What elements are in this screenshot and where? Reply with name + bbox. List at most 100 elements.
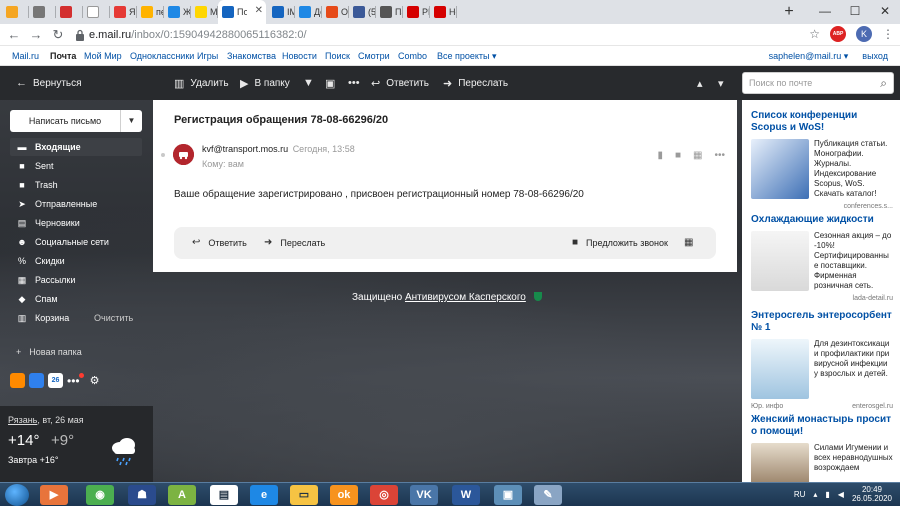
forward-button[interactable]: ➜ Переслать: [443, 77, 508, 90]
logout-link[interactable]: выход: [862, 51, 888, 62]
folder-item[interactable]: ▤ Черновики: [10, 214, 142, 232]
browser-tab[interactable]: МА: [191, 0, 218, 24]
ad-domain[interactable]: conferences.s...: [844, 203, 893, 210]
folder-item[interactable]: % Скидки: [10, 252, 142, 270]
browser-tab[interactable]: РЕВ: [403, 0, 430, 24]
start-button[interactable]: [5, 484, 29, 506]
user-icon[interactable]: ☗: [128, 485, 156, 505]
portal-link[interactable]: Combo: [398, 51, 427, 61]
browser-tab[interactable]: пет: [137, 0, 164, 24]
android-icon[interactable]: A: [168, 485, 196, 505]
url-field[interactable]: e.mail.ru/inbox/0:15904942880065116382:0…: [75, 26, 795, 44]
thumbs-down-button[interactable]: ▼: [303, 77, 314, 89]
folder-item[interactable]: ☻ Социальные сети: [10, 233, 142, 251]
menu-dots-icon[interactable]: ⋮: [882, 27, 894, 41]
prev-letter-button[interactable]: ▴: [697, 77, 703, 90]
folder-item[interactable]: ▬ Входящие: [10, 138, 142, 156]
browser-tab[interactable]: IMC: [268, 0, 295, 24]
browser-tab[interactable]: Поч ✕: [218, 0, 266, 24]
more-apps-icon[interactable]: •••: [67, 372, 84, 388]
folder-item[interactable]: ■ Trash: [10, 176, 142, 194]
ad-block[interactable]: Список конференции Scopus и WoS! Публикац…: [751, 110, 893, 210]
weather-widget[interactable]: Рязань, вт, 26 мая +14° +9° Завтра +16°: [0, 406, 153, 482]
screen-icon[interactable]: ▣: [494, 485, 522, 505]
video-icon[interactable]: ■: [675, 150, 681, 161]
volume-icon[interactable]: ◀: [838, 490, 844, 499]
more-button[interactable]: •••: [348, 77, 360, 89]
ad-image[interactable]: [751, 339, 809, 399]
portal-link[interactable]: Смотри: [358, 51, 390, 61]
calendar-icon[interactable]: 26: [48, 373, 63, 388]
browser-tab[interactable]: [2, 0, 29, 24]
gear-icon[interactable]: ⚙: [90, 374, 100, 387]
ad-block[interactable]: Энтеросгель энтеросорбент № 1 Для дезинто…: [751, 310, 893, 410]
chrome-green-icon[interactable]: ◉: [86, 485, 114, 505]
explorer-icon[interactable]: ▭: [290, 485, 318, 505]
bookmark-icon[interactable]: ▮: [657, 150, 663, 161]
sender-email[interactable]: kvf@transport.mos.ru: [202, 144, 288, 154]
back-button[interactable]: ← Вернуться: [16, 77, 82, 89]
tab-close-icon[interactable]: ✕: [255, 5, 263, 16]
search-icon[interactable]: ⌕: [880, 76, 887, 91]
reply-button[interactable]: ↩ Ответить: [371, 77, 429, 90]
portal-link[interactable]: Все проекты ▾: [437, 51, 497, 62]
delete-button[interactable]: ▥ Удалить: [174, 77, 229, 90]
word-icon[interactable]: W: [452, 485, 480, 505]
browser-tab[interactable]: (5) I: [349, 0, 376, 24]
clear-trash-button[interactable]: Очистить: [94, 313, 133, 323]
cloud-icon[interactable]: [10, 373, 25, 388]
ad-image[interactable]: [751, 139, 809, 199]
chrome-icon[interactable]: ◎: [370, 485, 398, 505]
ad-image[interactable]: [751, 231, 809, 291]
folder-item[interactable]: ▦ Рассылки: [10, 271, 142, 289]
next-letter-button[interactable]: ▾: [718, 77, 724, 90]
portal-link[interactable]: Поиск: [325, 51, 350, 61]
folder-item[interactable]: ■ Sent: [10, 157, 142, 175]
reload-icon[interactable]: ↻: [50, 27, 66, 43]
user-email[interactable]: saphelen@mail.ru ▾: [769, 51, 849, 62]
ad-block[interactable]: Женский монастырь просит о помощи! Силами…: [751, 414, 893, 482]
portal-link[interactable]: Игры: [197, 51, 218, 61]
browser-tab[interactable]: [29, 0, 56, 24]
odnoklassniki-icon[interactable]: ok: [330, 485, 358, 505]
language-indicator[interactable]: RU: [794, 490, 806, 499]
portal-link[interactable]: Mail.ru: [12, 51, 39, 61]
star-icon[interactable]: ☆: [809, 27, 820, 41]
browser-tab[interactable]: [83, 0, 110, 24]
browser-tab[interactable]: Пар: [376, 0, 403, 24]
browser-tab[interactable]: Жал: [164, 0, 191, 24]
mail-search-input[interactable]: Поиск по почте ⌕: [742, 72, 894, 94]
browser-tab[interactable]: Нос: [430, 0, 457, 24]
maximize-icon[interactable]: ☐: [840, 0, 870, 24]
document-icon[interactable]: ▤: [210, 485, 238, 505]
ie-icon[interactable]: e: [250, 485, 278, 505]
archive-button[interactable]: ▣: [325, 77, 335, 90]
adblock-icon[interactable]: ABP: [830, 26, 846, 42]
ad-title[interactable]: Женский монастырь просит о помощи!: [751, 414, 893, 438]
ad-domain[interactable]: lada-detail.ru: [853, 295, 893, 302]
close-window-icon[interactable]: ✕: [870, 0, 900, 24]
weather-city[interactable]: Рязань: [8, 415, 37, 425]
portal-link[interactable]: Почта: [50, 51, 76, 61]
portal-link[interactable]: Одноклассники: [130, 51, 194, 61]
back-arrow-icon[interactable]: ←: [6, 27, 22, 43]
folder-item[interactable]: ▥ Корзина Очистить: [10, 309, 142, 327]
ad-title[interactable]: Список конференции Scopus и WoS!: [751, 110, 893, 134]
browser-tab[interactable]: [56, 0, 83, 24]
contacts-icon[interactable]: [29, 373, 44, 388]
browser-tab[interactable]: Янд: [110, 0, 137, 24]
browser-tab[interactable]: Дей: [295, 0, 322, 24]
ad-title[interactable]: Энтеросгель энтеросорбент № 1: [751, 310, 893, 334]
ad-block[interactable]: Охлаждающие жидкости Сезонная акция – до …: [751, 214, 893, 302]
sender-avatar[interactable]: [173, 144, 194, 165]
new-folder-button[interactable]: + Новая папка: [16, 347, 82, 357]
move-to-folder-button[interactable]: ▶ В папку: [240, 77, 290, 90]
forward-arrow-icon[interactable]: →: [28, 27, 44, 43]
tool-icon[interactable]: ✎: [534, 485, 562, 505]
compose-button[interactable]: Написать письмо ▼: [10, 110, 142, 132]
ad-domain[interactable]: enterosgel.ru: [852, 403, 893, 410]
more-dots-icon[interactable]: •••: [714, 150, 725, 161]
folder-item[interactable]: ◆ Спам: [10, 290, 142, 308]
unread-dot[interactable]: [161, 153, 165, 157]
media-player-icon[interactable]: ▶: [40, 485, 68, 505]
